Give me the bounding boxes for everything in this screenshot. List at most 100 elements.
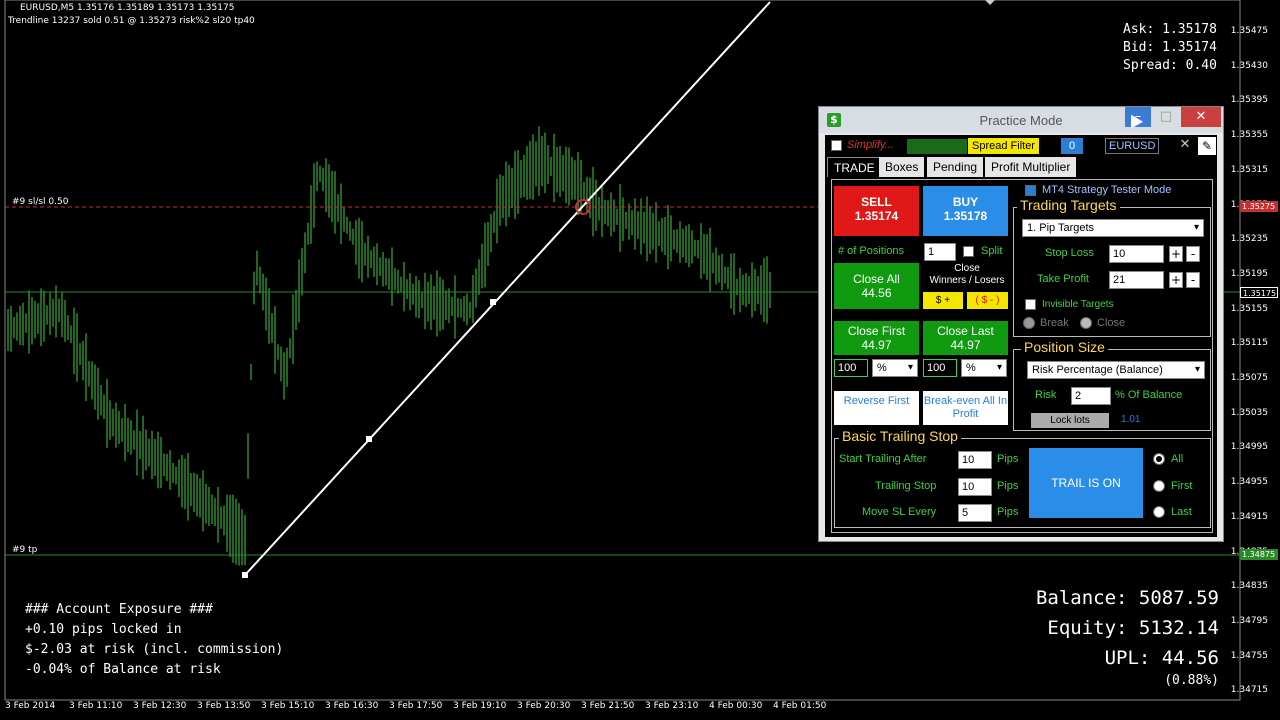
trail-last-label: Last [1171, 506, 1192, 518]
close-last-unit-select[interactable]: % [961, 359, 1007, 377]
positions-label: # of Positions [838, 245, 905, 257]
trailing-stop-input[interactable]: 10 [958, 478, 992, 496]
y-tick-label: 1.34795 [1230, 615, 1268, 626]
panel-titlebar[interactable]: $ Practice Mode – □ ✕ [819, 107, 1223, 133]
pips-label: Pips [997, 506, 1019, 518]
lock-lots-button[interactable]: Lock lots [1031, 413, 1109, 428]
close-button[interactable]: ✕ [1181, 107, 1221, 127]
upl-text: UPL: 44.56 [1104, 647, 1219, 669]
close-radio[interactable] [1080, 317, 1092, 329]
stop-loss-label: Stop Loss [1045, 247, 1094, 259]
spread-indicator [907, 139, 967, 154]
invisible-targets-checkbox[interactable] [1025, 299, 1036, 310]
close-losers-button[interactable]: ( $ - ) [967, 292, 1008, 309]
close-radio-label: Close [1097, 317, 1126, 329]
y-tick-label: 1.34755 [1230, 650, 1268, 661]
y-tick-label: 1.35195 [1230, 268, 1268, 279]
y-tick-label: 1.35355 [1230, 130, 1268, 141]
tp-label: #9 tp [12, 545, 38, 555]
move-sl-input[interactable]: 5 [958, 504, 992, 522]
trading-targets-title: Trading Targets [1017, 197, 1120, 213]
x-tick-label: 3 Feb 16:30 [325, 701, 379, 711]
exposure-title: ### Account Exposure ### [25, 602, 213, 617]
pin-icon[interactable]: ✎ [1198, 137, 1216, 155]
break-radio[interactable] [1023, 317, 1035, 329]
tab-boxes[interactable]: Boxes [879, 157, 925, 177]
y-tick-label: 1.35075 [1230, 373, 1268, 383]
maximize-button[interactable]: □ [1153, 107, 1179, 127]
sell-price: 1.35174 [854, 209, 899, 223]
spread-filter-value[interactable]: 0 [1061, 138, 1084, 154]
trail-first-radio[interactable] [1153, 480, 1165, 492]
buy-button[interactable]: BUY 1.35178 [923, 186, 1008, 236]
trade-panel[interactable]: $ Practice Mode – □ ✕ Simplify... Spread… [818, 106, 1224, 542]
close-all-button[interactable]: Close All 44.56 [834, 263, 919, 309]
close-winners-button[interactable]: $ + [923, 292, 963, 309]
close-all-label: Close All [853, 272, 900, 286]
x-tick-label: 3 Feb 13:50 [197, 701, 251, 711]
trendline-info: Trendline 13237 sold 0.51 @ 1.35273 risk… [8, 16, 255, 26]
trail-all-radio[interactable] [1153, 453, 1165, 465]
close-last-percent-input[interactable]: 100 [923, 359, 957, 377]
sell-button[interactable]: SELL 1.35174 [834, 186, 919, 236]
symbol-info: EURUSD,M5 1.35176 1.35189 1.35173 1.3517… [20, 3, 235, 13]
stop-loss-input[interactable]: 10 [1109, 245, 1164, 263]
trendline-handle [490, 299, 496, 305]
stop-loss-minus-button[interactable]: - [1186, 246, 1200, 262]
take-profit-plus-button[interactable]: + [1169, 272, 1183, 288]
tester-mode-checkbox[interactable] [1025, 185, 1036, 196]
breakeven-button[interactable]: Break-even All In Profit [923, 391, 1008, 425]
reverse-first-button[interactable]: Reverse First [834, 391, 919, 425]
position-size-select[interactable]: Risk Percentage (Balance) [1027, 361, 1205, 379]
invisible-targets-label: Invisible Targets [1042, 299, 1114, 310]
move-sl-label: Move SL Every [862, 506, 937, 518]
trail-toggle-button[interactable]: TRAIL IS ON [1029, 448, 1143, 518]
x-tick-label: 3 Feb 20:30 [517, 701, 571, 711]
exposure-line: -0.04% of Balance at risk [25, 662, 221, 677]
trendline-handle [366, 436, 372, 442]
trail-all-label: All [1171, 453, 1184, 465]
start-trailing-input[interactable]: 10 [958, 451, 992, 469]
exposure-line: +0.10 pips locked in [25, 622, 182, 637]
stop-loss-plus-button[interactable]: + [1169, 246, 1183, 262]
tp-price-tag: 1.34875 [1240, 549, 1278, 560]
simplify-checkbox[interactable] [831, 140, 842, 151]
pips-label: Pips [997, 480, 1019, 492]
x-tick-label: 3 Feb 2014 [5, 701, 56, 711]
y-tick-label: 1.34835 [1230, 581, 1268, 592]
quote-box: Ask: 1.35178 Bid: 1.35174 Spread: 0.40 [1123, 21, 1217, 75]
tab-trade[interactable]: TRADE [827, 157, 882, 177]
x-tick-label: 3 Feb 15:10 [261, 701, 315, 711]
x-tick-label: 3 Feb 17:50 [389, 701, 443, 711]
spread-filter-label[interactable]: Spread Filter [968, 138, 1039, 154]
tab-pending[interactable]: Pending [927, 157, 984, 177]
take-profit-input[interactable]: 21 [1109, 271, 1164, 289]
y-tick-label: 1.34955 [1230, 477, 1268, 488]
risk-input[interactable]: 2 [1071, 387, 1111, 405]
buy-label: BUY [952, 195, 979, 209]
split-checkbox[interactable] [963, 246, 974, 257]
tab-profit-multiplier[interactable]: Profit Multiplier [985, 157, 1077, 177]
y-tick-label: 1.34715 [1230, 685, 1268, 696]
panel-body: Simplify... Spread Filter 0 EURUSD ✕ ✎ T… [825, 135, 1217, 537]
of-balance-label: % Of Balance [1115, 389, 1183, 401]
close-first-unit-select[interactable]: % [872, 359, 918, 377]
take-profit-minus-button[interactable]: - [1186, 272, 1200, 288]
tools-icon[interactable]: ✕ [1177, 137, 1193, 155]
targets-type-select[interactable]: 1. Pip Targets [1022, 219, 1204, 237]
x-tick-label: 3 Feb 21:50 [581, 701, 635, 711]
buy-price: 1.35178 [943, 209, 988, 223]
risk-label: Risk [1035, 389, 1057, 401]
trail-last-radio[interactable] [1153, 506, 1165, 518]
close-last-button[interactable]: Close Last 44.97 [923, 321, 1008, 355]
tester-mode-label: MT4 Strategy Tester Mode [1042, 184, 1172, 196]
close-first-percent-input[interactable]: 100 [834, 359, 868, 377]
pips-label: Pips [997, 453, 1019, 465]
x-tick-label: 3 Feb 11:10 [69, 701, 123, 711]
spread-text: Spread: 0.40 [1123, 58, 1217, 73]
start-trailing-label: Start Trailing After [839, 453, 927, 465]
positions-input[interactable]: 1 [924, 243, 956, 261]
close-first-button[interactable]: Close First 44.97 [834, 321, 919, 355]
trail-first-label: First [1171, 480, 1193, 492]
x-tick-label: 3 Feb 12:30 [133, 701, 187, 711]
